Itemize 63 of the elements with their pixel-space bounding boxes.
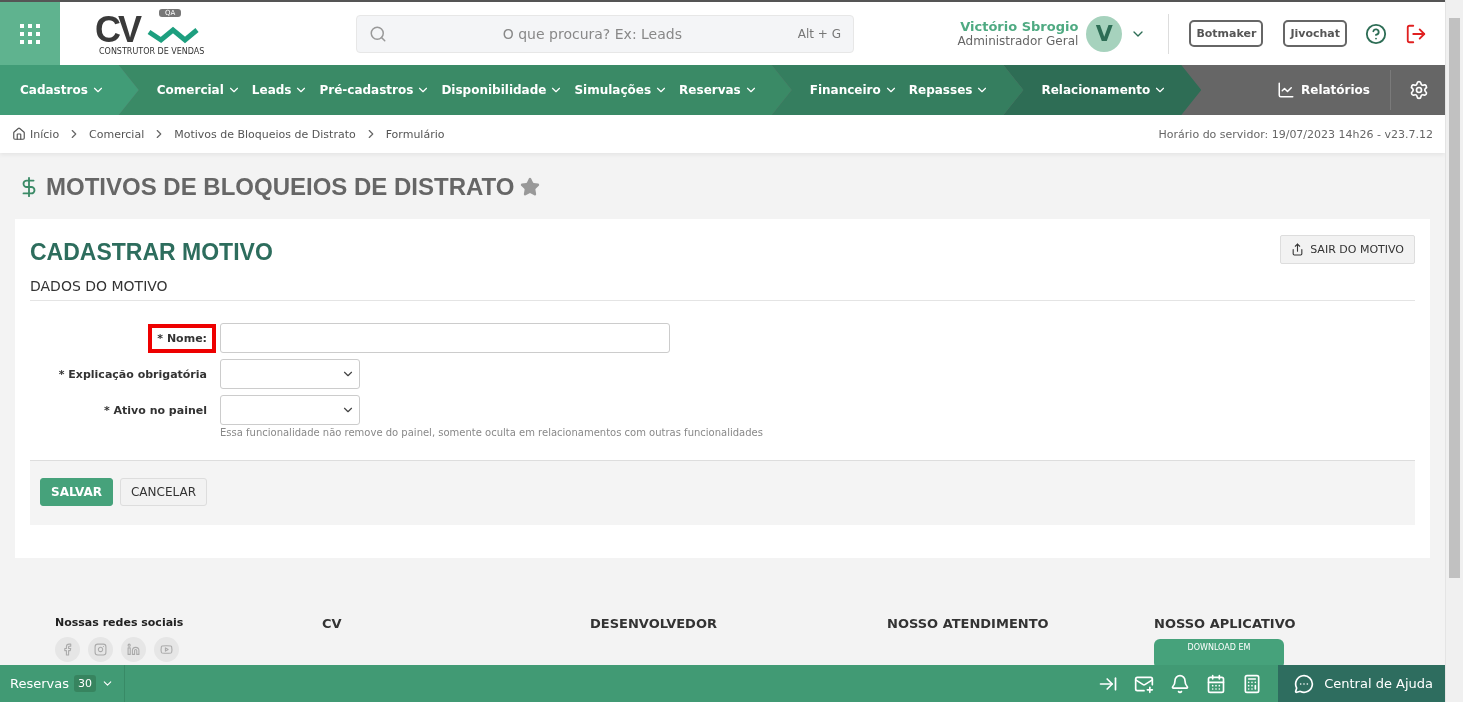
nav-menu-item[interactable]: Reservas (679, 83, 758, 97)
apps-menu-button[interactable] (0, 2, 60, 65)
search-input[interactable]: O que procura? Ex: Leads (387, 24, 798, 43)
nav-menu-item[interactable]: Comercial (156, 83, 241, 97)
favorite-star-icon[interactable] (520, 177, 541, 197)
exit-button[interactable]: SAIR DO MOTIVO (1280, 235, 1415, 264)
reports-link[interactable]: Relatórios (1277, 70, 1391, 110)
search-field[interactable]: O que procura? Ex: Leads Alt + G (356, 14, 854, 53)
cancel-button[interactable]: CANCELAR (119, 478, 207, 506)
form-title: CADASTRAR MOTIVO (30, 239, 273, 266)
bell-icon[interactable] (1170, 673, 1191, 694)
section-title: DADOS DO MOTIVO (30, 278, 1415, 301)
nav-menu-item[interactable]: Financeiro (809, 83, 898, 97)
server-time: Horário do servidor: 19/07/2023 14h26 - v23.7.12 (1158, 127, 1433, 141)
reservas-button[interactable]: Reservas 30 (0, 665, 125, 702)
field-label: * Explicação obrigatória (57, 366, 208, 383)
youtube-icon[interactable] (154, 637, 179, 662)
shortcut-hint: Alt + G (797, 26, 841, 41)
grid-icon (18, 21, 42, 46)
field-hint: Essa funcionalidade não remove do painel, somente oculta em relacionamentos com outras funcionalidades (220, 427, 764, 438)
user-avatar[interactable]: V (1086, 15, 1123, 52)
save-button[interactable]: SALVAR (40, 478, 113, 506)
nav-menu-item[interactable]: Cadastros (20, 83, 105, 97)
field-label: * Nome: (148, 323, 216, 353)
breadcrumb-link[interactable]: Comercial (89, 127, 145, 141)
user-name: Victório Sbrogio (959, 19, 1079, 34)
line-chart-icon (1277, 81, 1295, 99)
help-icon[interactable] (1365, 22, 1387, 45)
logout-icon[interactable] (1405, 22, 1427, 45)
facebook-icon[interactable] (55, 637, 80, 662)
nav-menu-item[interactable]: Simulações (574, 83, 669, 97)
user-role: Administrador Geral (957, 34, 1079, 48)
calendar-icon[interactable] (1206, 673, 1227, 694)
nav-menu-item[interactable]: Relacionamento (1041, 83, 1168, 97)
settings-icon[interactable] (1409, 80, 1429, 100)
breadcrumb-link[interactable]: Formulário (385, 127, 445, 141)
footer-heading: NOSSO ATENDIMENTO (887, 616, 1050, 631)
select-field[interactable] (220, 395, 360, 425)
nav-menu-item[interactable]: Leads (251, 83, 309, 97)
footer-heading: DESENVOLVEDOR (590, 616, 718, 631)
linkedin-icon[interactable] (121, 637, 146, 662)
footer-heading: NOSSO APLICATIVO (1154, 616, 1297, 631)
name-input[interactable] (220, 323, 670, 353)
breadcrumb-link[interactable]: Início (30, 127, 60, 141)
footer-heading: CV (322, 616, 343, 631)
page-title: MOTIVOS DE BLOQUEIOS DE DISTRATO (46, 173, 515, 201)
help-center-button[interactable]: Central de Ajuda (1278, 665, 1445, 702)
scrollbar[interactable] (1445, 0, 1463, 702)
chat-button[interactable]: Jivochat (1283, 20, 1347, 47)
search-icon (369, 24, 387, 43)
instagram-icon[interactable] (88, 637, 113, 662)
nav-menu-item[interactable]: Pré-cadastros (319, 83, 431, 97)
nav-menu-item[interactable]: Repasses (908, 83, 990, 97)
select-field[interactable] (220, 359, 360, 389)
chat-bubble-icon (1294, 673, 1315, 694)
chat-button[interactable]: Botmaker (1189, 20, 1264, 47)
share-icon (1291, 243, 1305, 256)
footer-heading: Nossas redes sociais (55, 616, 185, 629)
breadcrumb-link[interactable]: Motivos de Bloqueios de Distrato (174, 127, 356, 141)
home-icon[interactable] (12, 127, 26, 141)
calculator-icon[interactable] (1242, 673, 1263, 694)
nav-menu-item[interactable]: Disponibilidade (441, 83, 564, 97)
field-label: * Ativo no painel (102, 402, 208, 419)
